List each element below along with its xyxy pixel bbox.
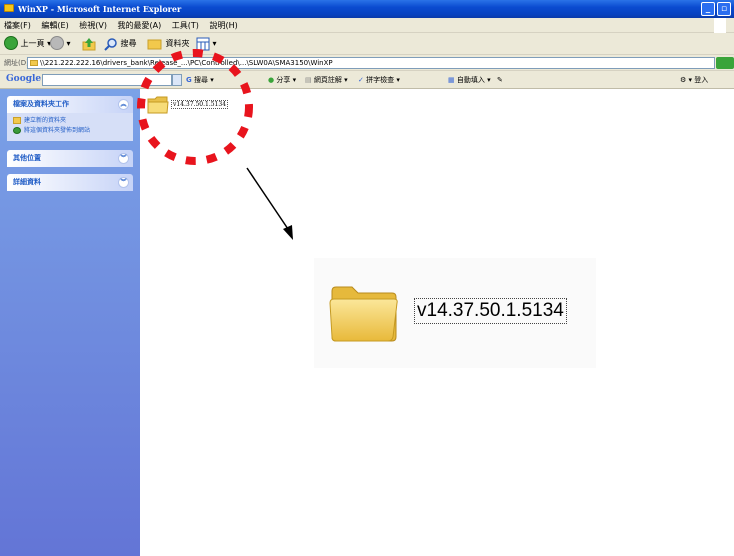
annotation-overlay: [137, 49, 293, 240]
arrow-head-icon: [283, 225, 293, 240]
pointer-arrow-line: [246, 167, 289, 230]
highlight-circle: [137, 49, 253, 165]
ie-window: WinXP - Microsoft Internet Explorer _ ▫ …: [0, 0, 734, 556]
